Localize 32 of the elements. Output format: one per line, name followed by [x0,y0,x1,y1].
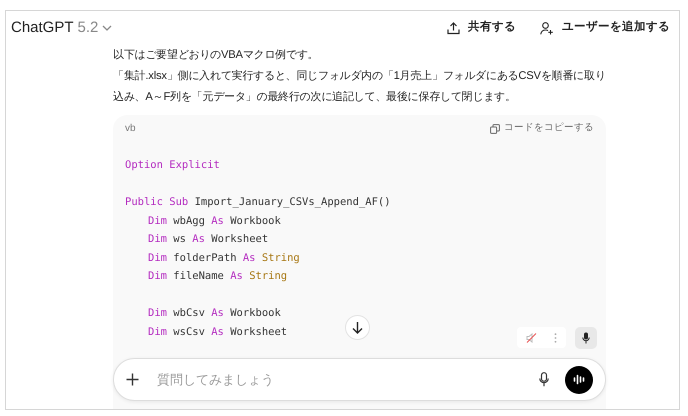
add-user-icon [540,22,554,34]
code-language: vb [125,122,136,136]
chevron-down-icon[interactable] [102,24,112,32]
copy-icon [490,124,500,134]
share-icon [447,22,460,34]
code-line: Dim ws As Worksheet [147,232,268,247]
code-line: Dim wbCsv As Workbook [147,306,281,321]
dictation-button[interactable] [539,372,549,387]
add-user-button[interactable]: ユーザーを追加する [536,17,674,39]
voice-mode-button[interactable] [565,366,593,394]
code-line: Dim wbAgg As Workbook [147,214,281,228]
message-composer[interactable]: 質問してみましょう [113,358,606,401]
message-input[interactable]: 質問してみましょう [155,368,523,390]
microphone-button[interactable] [575,327,597,349]
speaker-muted-icon[interactable] [526,332,537,342]
microphone-icon [539,372,549,387]
model-version[interactable]: 5.2 [78,16,98,40]
model-name[interactable]: ChatGPT [11,16,74,40]
copy-code-button[interactable]: コードをコピーする [490,121,594,136]
share-button[interactable]: 共有する [443,17,520,39]
message-paragraph: 「集計.xlsx」側に入れて実行すると、同じフォルダ内の「1月売上」フォルダにあるCSVを順番に取り込み、A～F列を「元データ」の最終行の次に追記して、最後に保存して閉じます。 [113,68,606,105]
code-line: Public Sub Import_January_CSVs_Append_AF() [125,195,391,210]
sound-wave-icon [572,374,586,385]
code-line: Option Explicit [125,158,220,173]
add-button[interactable] [126,373,139,386]
arrow-down-icon [352,321,363,334]
code-line: Dim fileName As String [147,269,288,284]
code-line: Dim wsCsv As Worksheet [147,324,288,340]
microphone-icon [582,332,590,344]
message-paragraph: 以下はご要望どおりのVBAマクロ例です。 [113,48,320,63]
plus-icon [126,373,139,386]
code-line: Dim folderPath As String [147,250,300,266]
